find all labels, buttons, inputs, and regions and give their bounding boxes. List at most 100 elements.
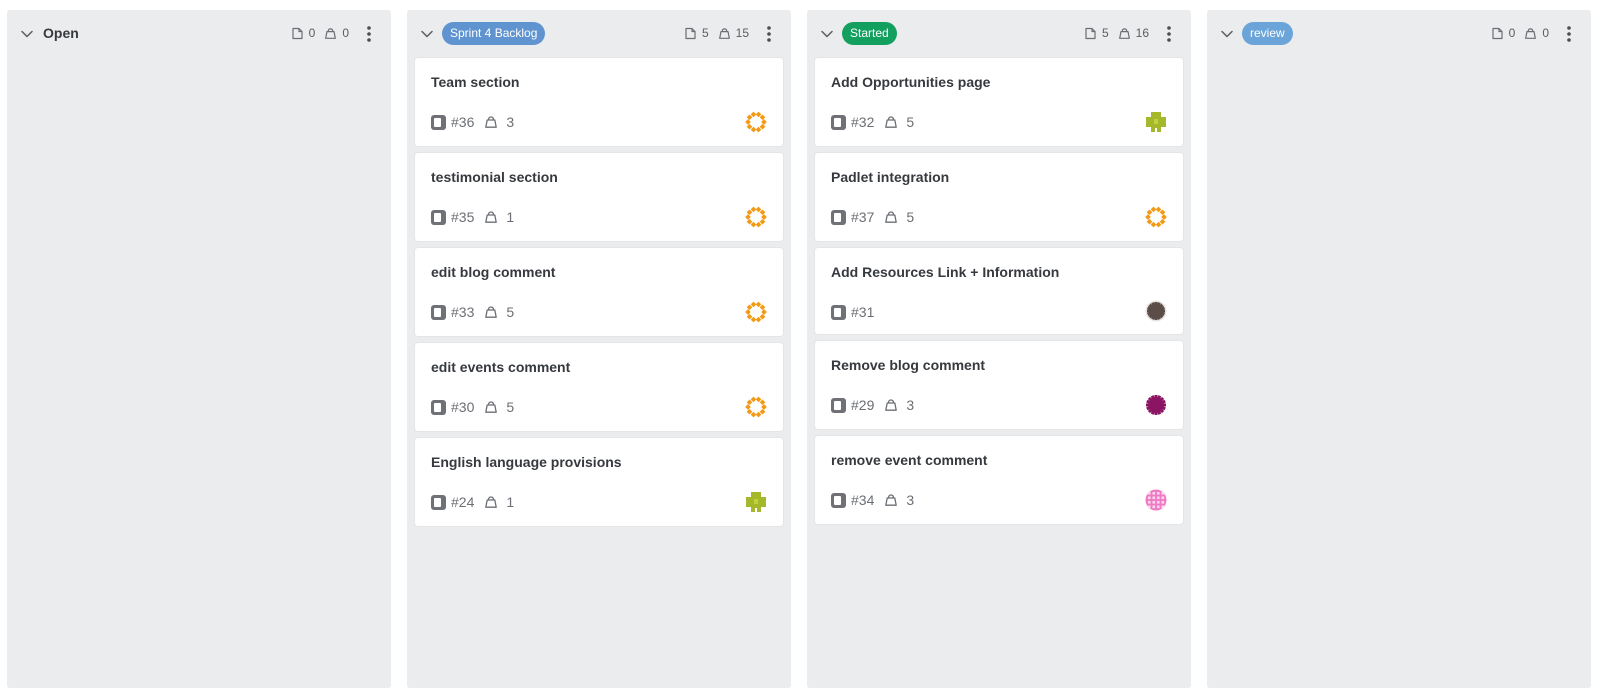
column-label-badge: Started [842, 22, 897, 45]
weight-icon [1525, 27, 1537, 39]
issue-weight: 3 [906, 397, 915, 413]
total-weight-value: 16 [1135, 26, 1149, 40]
assignee-avatar[interactable] [745, 491, 767, 513]
issue-number[interactable]: #24 [451, 494, 474, 510]
assignee-avatar[interactable] [1145, 489, 1167, 511]
weight-icon [1118, 27, 1130, 39]
board-column-sprint-4-backlog: Sprint 4 Backlog 5 15 Team section #36 3 testi… [407, 10, 791, 688]
chevron-down-icon[interactable] [420, 27, 434, 41]
issue-card[interactable]: remove event comment #34 3 [815, 436, 1183, 524]
issue-card[interactable]: Add Opportunities page #32 5 [815, 58, 1183, 146]
column-options-icon[interactable] [1161, 24, 1177, 44]
issue-number[interactable]: #29 [851, 397, 874, 413]
column-stats: 00 [1482, 26, 1549, 40]
column-title: Open [43, 25, 79, 41]
issue-type-icon [831, 492, 846, 508]
issue-number[interactable]: #31 [851, 304, 874, 320]
issue-number[interactable]: #36 [451, 114, 474, 130]
issue-meta: #32 5 [831, 114, 914, 130]
issue-card[interactable]: edit blog comment #33 5 [415, 248, 783, 336]
issue-weight: 5 [506, 304, 515, 320]
assignee-avatar[interactable] [745, 111, 767, 133]
chevron-down-icon[interactable] [20, 27, 34, 41]
issue-title[interactable]: remove event comment [831, 452, 987, 468]
total-weight-value: 0 [342, 26, 349, 40]
issue-meta: #24 1 [431, 494, 514, 510]
assignee-avatar[interactable] [745, 206, 767, 228]
weight-icon [718, 27, 730, 39]
weight-icon [485, 211, 498, 223]
weight-icon [885, 399, 898, 411]
assignee-avatar[interactable] [1145, 394, 1167, 416]
total-weight-value: 0 [1542, 26, 1549, 40]
issue-title[interactable]: Add Resources Link + Information [831, 264, 1059, 280]
issue-weight: 1 [506, 209, 515, 225]
issue-card[interactable]: Remove blog comment #29 3 [815, 341, 1183, 429]
issue-type-icon [431, 114, 446, 130]
issue-type-icon [831, 304, 846, 320]
board-column-review: review 0 0 [1207, 10, 1591, 688]
total-weight-value: 15 [735, 26, 749, 40]
issue-meta: #30 5 [431, 399, 514, 415]
issue-title[interactable]: Remove blog comment [831, 357, 985, 373]
issue-type-icon [431, 494, 446, 510]
assignee-avatar[interactable] [1145, 300, 1167, 322]
issue-card[interactable]: Add Resources Link + Information #31 [815, 248, 1183, 334]
assignee-avatar[interactable] [745, 301, 767, 323]
board-column-started: Started 5 16 Add Opportunities page #32 5 Padl… [807, 10, 1191, 688]
issue-title[interactable]: Padlet integration [831, 169, 949, 185]
issue-meta: #34 3 [831, 492, 914, 508]
assignee-avatar[interactable] [1145, 206, 1167, 228]
issues-icon [1492, 27, 1503, 39]
issue-card[interactable]: English language provisions #24 1 [415, 438, 783, 526]
issue-count: 0 [291, 26, 316, 40]
chevron-down-icon[interactable] [1220, 27, 1234, 41]
weight-icon [485, 401, 498, 413]
issue-type-icon [431, 399, 446, 415]
issue-meta: #31 [831, 304, 874, 320]
card-list: Team section #36 3 testimonial section #35 1 e… [415, 58, 783, 533]
issue-title[interactable]: Team section [431, 74, 519, 90]
issue-number[interactable]: #30 [451, 399, 474, 415]
issue-number[interactable]: #35 [451, 209, 474, 225]
issue-board: Open 0 0 Sprint 4 Backlog 5 15 Team section #36… [7, 10, 1591, 688]
issue-count: 5 [684, 26, 709, 40]
weight-icon [885, 211, 898, 223]
issue-number[interactable]: #37 [851, 209, 874, 225]
issue-count-value: 0 [1508, 26, 1516, 40]
issue-card[interactable]: Padlet integration #37 5 [815, 153, 1183, 241]
column-stats: 5 16 [1075, 26, 1149, 40]
assignee-avatar[interactable] [1145, 111, 1167, 133]
card-list: Add Opportunities page #32 5 Padlet integra… [815, 58, 1183, 531]
issue-meta: #35 1 [431, 209, 514, 225]
issue-meta: #29 3 [831, 397, 914, 413]
column-header: review 0 0 [1207, 10, 1591, 56]
column-header: Started 5 16 [807, 10, 1191, 56]
column-label-badge: Sprint 4 Backlog [442, 22, 546, 45]
issue-number[interactable]: #34 [851, 492, 874, 508]
issue-number[interactable]: #32 [851, 114, 874, 130]
issue-count: 0 [1491, 26, 1516, 40]
issues-icon [685, 27, 696, 39]
column-options-icon[interactable] [361, 24, 377, 44]
chevron-down-icon[interactable] [820, 27, 834, 41]
issue-title[interactable]: English language provisions [431, 454, 622, 470]
issue-number[interactable]: #33 [451, 304, 474, 320]
column-options-icon[interactable] [1561, 24, 1577, 44]
issue-title[interactable]: edit events comment [431, 359, 570, 375]
total-weight: 15 [718, 26, 749, 40]
issues-icon [292, 27, 303, 39]
issue-count-value: 0 [308, 26, 316, 40]
issue-card[interactable]: edit events comment #30 5 [415, 343, 783, 431]
column-options-icon[interactable] [761, 24, 777, 44]
board-column-open: Open 0 0 [7, 10, 391, 688]
issue-card[interactable]: Team section #36 3 [415, 58, 783, 146]
issue-weight: 3 [506, 114, 515, 130]
issue-weight: 5 [906, 209, 915, 225]
issue-title[interactable]: edit blog comment [431, 264, 555, 280]
issue-title[interactable]: testimonial section [431, 169, 558, 185]
issue-card[interactable]: testimonial section #35 1 [415, 153, 783, 241]
assignee-avatar[interactable] [745, 396, 767, 418]
issue-type-icon [831, 114, 846, 130]
issue-title[interactable]: Add Opportunities page [831, 74, 990, 90]
